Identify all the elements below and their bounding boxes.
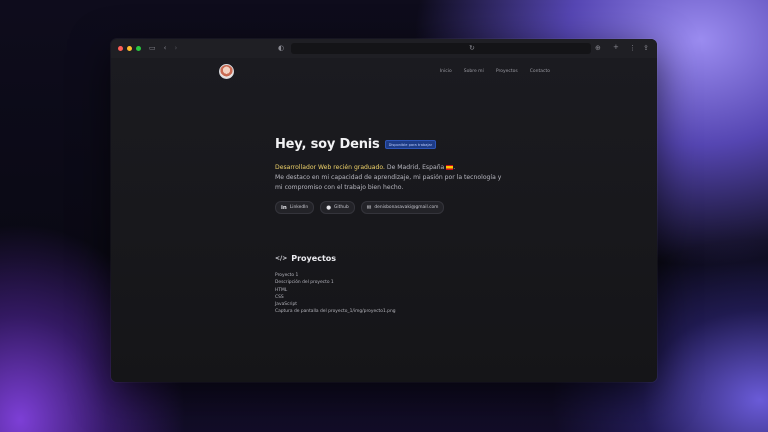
back-icon[interactable]: ‹: [164, 45, 167, 52]
page-title: Hey, soy Denis: [275, 137, 380, 152]
hero-bio: Desarrollador Web recién graduado. De Ma…: [275, 163, 505, 193]
projects-section: </> Proyectos Proyecto 1 Descripción del…: [275, 254, 396, 316]
project-title: Proyecto 1: [275, 273, 299, 278]
project-tag-css: CSS: [275, 294, 284, 300]
nav-item-sobre-mi[interactable]: Sobre mí: [464, 69, 484, 74]
linkedin-icon: in: [281, 204, 287, 211]
linkedin-button[interactable]: in LinkedIn: [275, 201, 315, 214]
minimize-window-button[interactable]: [127, 46, 132, 51]
code-icon: </>: [275, 255, 288, 262]
github-icon: ●: [326, 204, 332, 211]
share-icon[interactable]: ⇪: [643, 45, 649, 52]
address-bar[interactable]: [291, 43, 591, 54]
github-button[interactable]: ● Github: [320, 201, 355, 214]
hero-title-row: Hey, soy Denis Disponible para trabajar: [275, 137, 505, 152]
forward-icon[interactable]: ›: [174, 45, 177, 52]
nav-item-inicio[interactable]: Inicio: [440, 69, 452, 74]
shield-icon[interactable]: ◐: [278, 45, 284, 52]
sidebar-toggle-icon[interactable]: ▭: [149, 45, 156, 52]
download-icon[interactable]: ⊕: [595, 45, 601, 52]
project-list: Proyecto 1 Descripción del proyecto 1 HT…: [275, 272, 396, 316]
email-label: denisbonasavaki@gmail.com: [374, 205, 439, 210]
mail-icon: ✉: [366, 204, 372, 211]
email-button[interactable]: ✉ denisbonasavaki@gmail.com: [360, 201, 445, 214]
bio-rest: Me destaco en mi capacidad de aprendizaj…: [275, 174, 502, 191]
project-image-alt: Captura de pantalla del proyecto_1/img/p…: [275, 309, 396, 315]
projects-heading: </> Proyectos: [275, 254, 396, 263]
new-tab-icon[interactable]: +: [613, 44, 619, 51]
project-description: Descripción del proyecto 1: [275, 280, 334, 286]
bio-period: .: [453, 164, 456, 171]
site-nav: Inicio Sobre mí Proyectos Contacto: [440, 69, 550, 74]
social-links: in LinkedIn ● Github ✉ denisbonasavaki@g…: [275, 201, 505, 214]
project-tag-javascript: JavaScript: [275, 302, 298, 308]
zoom-window-button[interactable]: [136, 46, 141, 51]
browser-toolbar: ▭ ‹ › ◐ ↻ ⊕ + ⋮ ⇪: [111, 39, 657, 59]
bio-location: De Madrid, España: [384, 164, 445, 171]
project-tag-html: HTML: [275, 287, 288, 293]
browser-window: ▭ ‹ › ◐ ↻ ⊕ + ⋮ ⇪ Inicio Sobre mí Proyec…: [111, 39, 657, 382]
tab-overview-icon[interactable]: ⋮: [629, 45, 636, 52]
status-badge: Disponible para trabajar: [384, 140, 437, 149]
reload-icon[interactable]: ↻: [469, 45, 475, 52]
hero-section: Hey, soy Denis Disponible para trabajar …: [275, 137, 505, 214]
avatar[interactable]: [219, 64, 234, 79]
nav-item-contacto[interactable]: Contacto: [530, 69, 550, 74]
window-controls: [118, 46, 141, 51]
github-label: Github: [334, 205, 349, 210]
linkedin-label: LinkedIn: [289, 205, 309, 210]
nav-item-proyectos[interactable]: Proyectos: [496, 69, 518, 74]
bio-highlight: Desarrollador Web recién graduado.: [275, 164, 385, 171]
projects-heading-label: Proyectos: [291, 254, 337, 263]
web-page: Inicio Sobre mí Proyectos Contacto Hey, …: [111, 58, 657, 382]
close-window-button[interactable]: [118, 46, 123, 51]
